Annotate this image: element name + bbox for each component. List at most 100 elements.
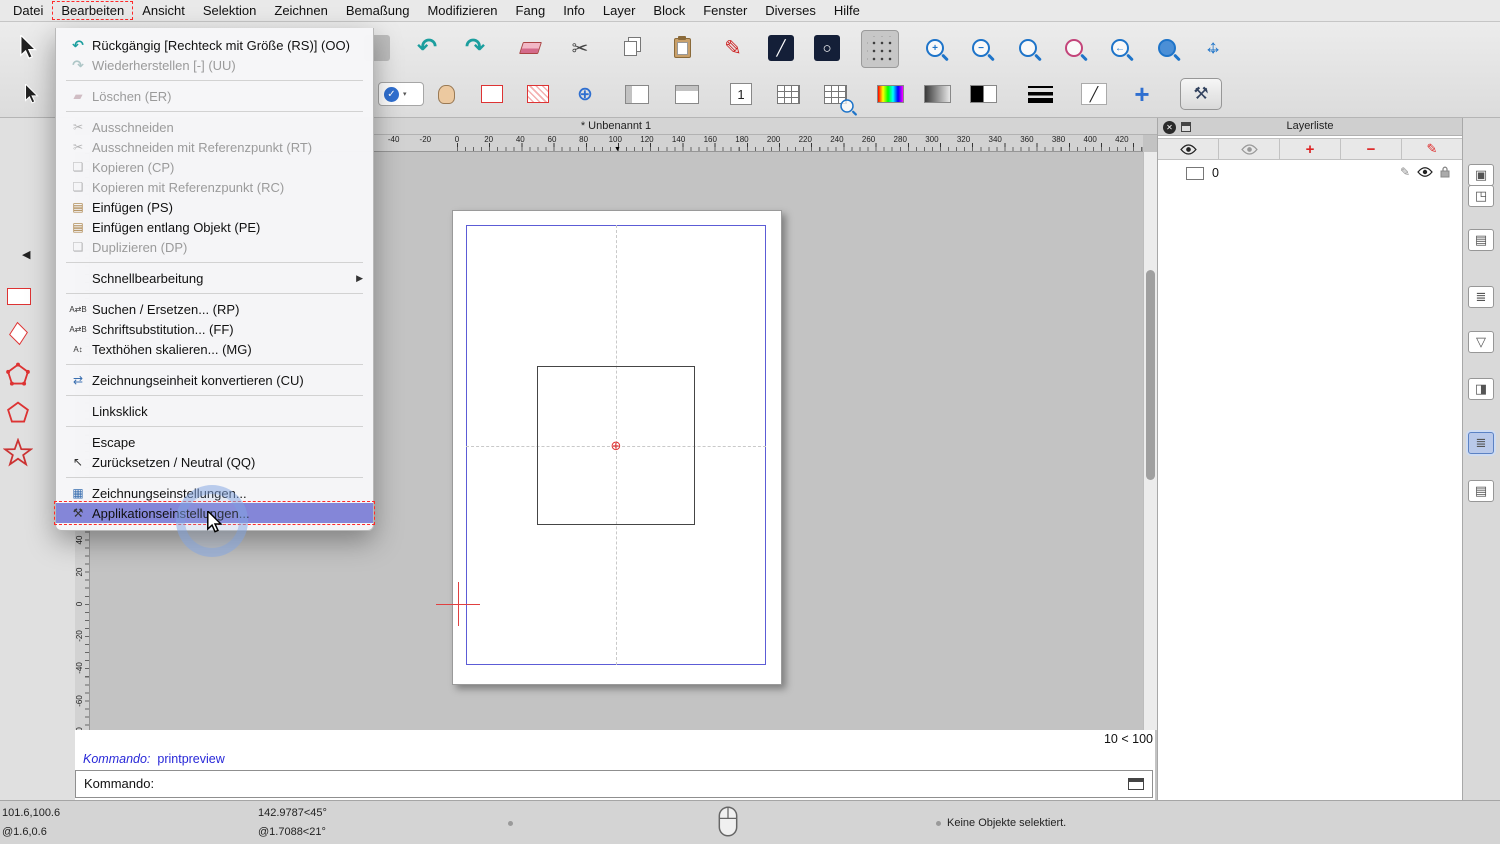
gray-selector-icon[interactable]	[919, 77, 955, 111]
pen-glyph: ✎	[724, 36, 742, 60]
menu-modifizieren[interactable]: Modifizieren	[418, 1, 506, 20]
menu-block[interactable]: Block	[644, 1, 694, 20]
draw-pen-icon[interactable]: ✎	[713, 28, 753, 68]
menu-item[interactable]: ↶ Rückgängig [Rechteck mit Größe (RS)] (O…	[56, 35, 373, 55]
menu-item[interactable]: ↖ Zurücksetzen / Neutral (QQ)	[56, 452, 373, 472]
selection-filter-icon[interactable]: ▽	[1468, 331, 1494, 353]
zoom-previous-icon[interactable]: ←	[1100, 28, 1140, 68]
edit-layer-button[interactable]: ✎	[1402, 139, 1462, 159]
add-layer-button[interactable]: +	[1280, 139, 1341, 159]
single-document-icon[interactable]: 1	[723, 77, 759, 111]
menu-item[interactable]: ⇄ Zeichnungseinheit konvertieren (CU)	[56, 370, 373, 390]
zoom-grid-icon[interactable]	[817, 77, 854, 113]
detach-panel-icon[interactable]	[1181, 122, 1191, 132]
linetype-selector-icon[interactable]: ╱	[1076, 77, 1112, 111]
menu-hilfe[interactable]: Hilfe	[825, 1, 869, 20]
redo-icon[interactable]: ↷	[455, 28, 495, 68]
viewport-icon[interactable]: ▣	[1468, 164, 1494, 186]
edit-pencil-icon[interactable]: ✎	[1400, 165, 1410, 179]
zoom-window-icon[interactable]	[1054, 28, 1094, 68]
close-panel-icon[interactable]: ✕	[1163, 120, 1176, 134]
grid-toggle-icon[interactable]	[861, 30, 899, 68]
star-tool-icon[interactable]	[3, 438, 33, 468]
zoom-redraw-icon[interactable]	[1147, 28, 1187, 68]
parallelogram-tool-icon[interactable]	[9, 321, 28, 346]
menu-selektion[interactable]: Selektion	[194, 1, 265, 20]
command-history-icon[interactable]: ≣	[1468, 432, 1494, 454]
line-tool-icon[interactable]: ╱	[761, 28, 801, 68]
erase-icon[interactable]	[510, 28, 550, 68]
copy-pages-shape	[623, 40, 637, 56]
menu-item[interactable]: A⇄B Suchen / Ersetzen... (RP)	[56, 299, 373, 319]
layer-lock-icon[interactable]	[1440, 166, 1450, 178]
magnifier-previous-shape: ←	[1111, 39, 1129, 57]
polygon-tool-icon[interactable]	[5, 362, 31, 388]
selection-tool-2-icon[interactable]	[15, 77, 51, 111]
snap-center-icon[interactable]: ⊕	[567, 77, 603, 111]
command-window-icon[interactable]	[1128, 778, 1144, 790]
layer-row[interactable]: 0 ✎	[1158, 164, 1462, 182]
menu-item[interactable]: Linksklick	[56, 401, 373, 421]
cut-icon[interactable]: ✂	[560, 28, 600, 68]
ellipse-tool-icon[interactable]: ○	[807, 28, 847, 68]
undo-icon[interactable]: ↶	[407, 28, 447, 68]
tools-button[interactable]: ⚒	[1179, 77, 1223, 111]
snap-dropdown[interactable]: ✓ ▾	[376, 77, 426, 111]
copy-icon[interactable]	[610, 28, 650, 68]
library-browser-icon[interactable]: ▤	[1468, 480, 1494, 502]
layer-visible-eye-icon[interactable]	[1417, 167, 1433, 177]
zoom-auto-icon[interactable]	[1008, 28, 1048, 68]
menu-fang[interactable]: Fang	[507, 1, 555, 20]
menu-info[interactable]: Info	[554, 1, 594, 20]
zoom-in-icon[interactable]: +	[915, 28, 955, 68]
collapse-panel-button[interactable]: ◀	[22, 248, 30, 261]
command-input[interactable]: Kommando:	[75, 770, 1153, 798]
menu-layer[interactable]: Layer	[594, 1, 645, 20]
pan-hand-icon[interactable]	[428, 77, 464, 111]
menu-item[interactable]: ▤ Einfügen (PS)	[56, 197, 373, 217]
magnifier-window-shape	[1065, 39, 1083, 57]
restrict-off-icon[interactable]	[474, 77, 510, 111]
add-tool-icon[interactable]: +	[1124, 77, 1160, 111]
blackwhite-selector-icon[interactable]	[965, 77, 1001, 111]
menu-item[interactable]: A⇄B Schriftsubstitution... (FF)	[56, 319, 373, 339]
menu-item[interactable]: Escape	[56, 432, 373, 452]
block-list-icon[interactable]: ◨	[1468, 378, 1494, 400]
selection-tool-icon[interactable]	[10, 28, 50, 68]
menu-item-label: Kopieren mit Referenzpunkt (RC)	[92, 179, 285, 195]
menu-datei[interactable]: Datei	[4, 1, 52, 20]
hide-all-layers-button[interactable]	[1219, 139, 1280, 159]
menu-diverses[interactable]: Diverses	[756, 1, 825, 20]
layer-list-icon[interactable]: ≣	[1468, 286, 1494, 308]
vertical-scrollbar[interactable]	[1143, 152, 1157, 730]
ruler-label: -60	[75, 694, 84, 707]
property-editor-icon[interactable]: ▤	[1468, 229, 1494, 251]
hatch-tool-icon[interactable]	[520, 77, 556, 111]
zoom-out-icon[interactable]: −	[961, 28, 1001, 68]
panel-top-toggle-icon[interactable]	[669, 77, 705, 111]
panel-left-toggle-icon[interactable]	[619, 77, 655, 111]
ruler-label: 0	[454, 135, 460, 144]
menu-zeichnen[interactable]: Zeichnen	[265, 1, 336, 20]
lineweight-selector-icon[interactable]	[1022, 77, 1058, 111]
menu-ansicht[interactable]: Ansicht	[133, 1, 194, 20]
grid-settings-icon[interactable]	[770, 77, 806, 111]
menu-item[interactable]: Schnellbearbeitung ▶	[56, 268, 373, 288]
menu-fenster[interactable]: Fenster	[694, 1, 756, 20]
menu-item[interactable]: ▤ Einfügen entlang Objekt (PE)	[56, 217, 373, 237]
tab-title: * Unbenannt 1	[580, 120, 652, 132]
menu-bema-ung[interactable]: Bemaßung	[337, 1, 419, 20]
isometric-view-icon[interactable]: ◳	[1468, 185, 1494, 207]
menu-bearbeiten[interactable]: Bearbeiten	[52, 1, 134, 20]
layer-color-swatch[interactable]	[1186, 166, 1204, 180]
show-all-layers-button[interactable]	[1158, 139, 1219, 159]
pan-icon[interactable]: ↔ ↕	[1193, 28, 1233, 68]
paste-icon[interactable]	[662, 28, 702, 68]
color-selector-icon[interactable]	[872, 77, 908, 111]
rectangle-tool-icon[interactable]	[7, 288, 31, 305]
remove-layer-button[interactable]: −	[1341, 139, 1402, 159]
mouse-status-icon	[718, 806, 738, 837]
polygon2-tool-icon[interactable]	[5, 400, 31, 426]
menu-item[interactable]: A↕ Texthöhen skalieren... (MG)	[56, 339, 373, 359]
scrollbar-thumb[interactable]	[1146, 270, 1155, 480]
